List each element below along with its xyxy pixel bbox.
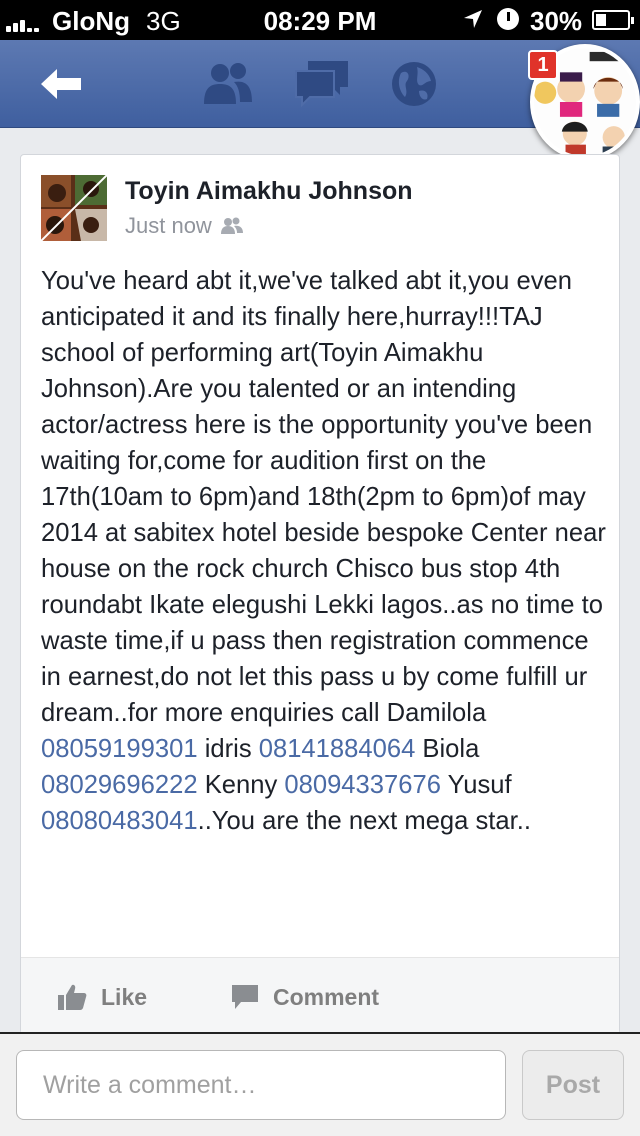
battery-percent: 30% <box>530 6 583 36</box>
post-text-segment: Yusuf <box>440 771 512 799</box>
avatar-image <box>41 175 107 241</box>
post-text: You've heard abt it,we've talked abt it,… <box>41 263 607 839</box>
location-icon <box>464 10 482 28</box>
post-meta: Just now <box>125 213 244 239</box>
author-name[interactable]: Toyin Aimakhu Johnson <box>125 177 413 206</box>
phone-number-link[interactable]: 08141884064 <box>259 735 416 763</box>
comment-input[interactable] <box>16 1050 506 1120</box>
comment-button[interactable]: Comment <box>231 958 379 1036</box>
phone-number-link[interactable]: 08094337676 <box>284 771 441 799</box>
post-timestamp: Just now <box>125 213 212 238</box>
phone-number-link[interactable]: 08059199301 <box>41 735 198 763</box>
status-bar: GloNg 3G 08:29 PM 30% <box>0 0 640 40</box>
comment-composer: Post <box>0 1032 640 1136</box>
globe-icon <box>392 62 436 106</box>
post-comment-button[interactable]: Post <box>522 1050 624 1120</box>
post-card: Toyin Aimakhu Johnson Just now You've he… <box>20 154 620 1035</box>
friend-requests-button[interactable] <box>196 40 260 128</box>
chat-unread-badge: 1 <box>528 50 558 80</box>
post-actions-bar: Like Comment <box>21 957 619 1035</box>
phone-number-link[interactable]: 08080483041 <box>41 807 198 835</box>
battery-icon <box>592 10 634 30</box>
like-label: Like <box>101 983 148 1010</box>
friends-audience-icon <box>220 217 243 234</box>
messages-button[interactable] <box>290 40 354 128</box>
phone-number-link[interactable]: 08029696222 <box>41 771 198 799</box>
post-text-segment: Biola <box>415 735 480 763</box>
messages-icon <box>295 61 348 108</box>
clock-icon <box>497 8 519 30</box>
friends-icon <box>204 63 252 104</box>
comment-label: Comment <box>273 983 380 1010</box>
post-text-segment: idris <box>197 735 259 763</box>
like-button[interactable]: Like <box>57 958 147 1036</box>
thumbs-up-icon <box>58 984 87 1010</box>
back-arrow-icon <box>41 69 81 99</box>
post-text-segment: Kenny <box>197 771 285 799</box>
author-avatar[interactable] <box>41 175 107 241</box>
notifications-button[interactable] <box>382 40 446 128</box>
comment-bubble-icon <box>232 985 258 1009</box>
back-button[interactable] <box>30 40 92 128</box>
post-text-segment: You've heard abt it,we've talked abt it,… <box>41 267 606 727</box>
post-text-segment: ..You are the next mega star.. <box>197 807 531 835</box>
